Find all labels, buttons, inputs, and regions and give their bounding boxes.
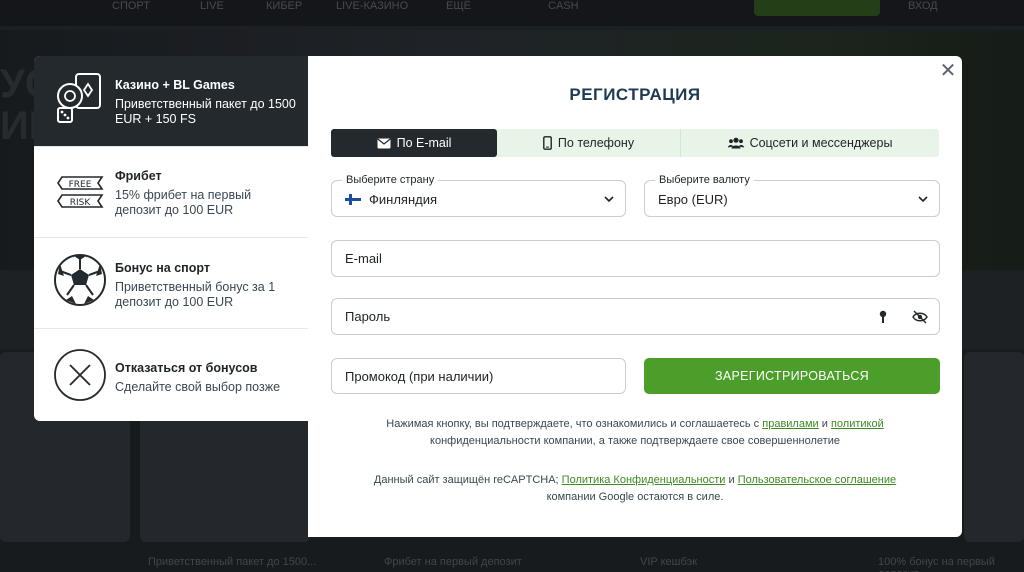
chevron-down-icon bbox=[918, 196, 928, 203]
currency-label: Выберите валюту bbox=[655, 174, 754, 186]
terms-text-part: и bbox=[818, 418, 831, 430]
email-field[interactable] bbox=[345, 251, 825, 266]
bonus-description: Приветственный бонус за 1 депозит до 100… bbox=[115, 280, 276, 309]
close-button[interactable]: ✕ bbox=[939, 61, 957, 81]
terms-text-part: конфиденциальности компании, а также под… bbox=[430, 435, 840, 447]
bonus-option-sport[interactable]: Бонус на спорт Приветственный бонус за 1… bbox=[34, 238, 308, 329]
country-select[interactable]: Выберите страну Финляндия bbox=[331, 174, 626, 217]
bonus-title: Фрибет bbox=[115, 169, 162, 183]
chevron-down-icon bbox=[604, 196, 614, 203]
currency-value: Евро (EUR) bbox=[658, 192, 728, 207]
tab-label: По телефону bbox=[557, 136, 635, 150]
tab-label: Соцсети и мессенджеры bbox=[749, 136, 893, 150]
modal-title: РЕГИСТРАЦИЯ bbox=[569, 85, 701, 104]
policy-link[interactable]: политикой bbox=[831, 418, 884, 430]
close-circle-icon bbox=[54, 349, 106, 401]
currency-select[interactable]: Выберите валюту Евро (EUR) bbox=[644, 174, 940, 217]
registration-tabs: По E-mail По телефону Соцсети и мессендж… bbox=[331, 129, 939, 157]
recaptcha-text: Данный сайт защищён reCAPTCHA; Политика … bbox=[348, 472, 922, 506]
key-icon[interactable] bbox=[878, 310, 888, 324]
tab-phone[interactable]: По телефону bbox=[497, 129, 680, 157]
currency-value-wrap: Евро (EUR) bbox=[658, 192, 728, 207]
freebet-badge-top: FREE bbox=[69, 180, 92, 190]
country-value: Финляндия bbox=[369, 192, 438, 207]
promo-field-wrap bbox=[331, 358, 626, 394]
registration-modal: ✕ РЕГИСТРАЦИЯ По E-mail По телефону Соцс… bbox=[308, 56, 962, 537]
password-field-wrap bbox=[331, 298, 940, 335]
recaptcha-text-part: и bbox=[725, 474, 738, 486]
google-terms-link[interactable]: Пользовательское соглашение bbox=[738, 474, 896, 486]
casino-icon bbox=[57, 73, 101, 123]
register-button[interactable]: ЗАРЕГИСТРИРОВАТЬСЯ bbox=[644, 358, 940, 394]
recaptcha-text-part: Данный сайт защищён reCAPTCHA; bbox=[373, 474, 562, 486]
finland-flag-icon bbox=[345, 194, 361, 205]
tab-email[interactable]: По E-mail bbox=[331, 129, 497, 157]
terms-text: Нажимая кнопку, вы подтверждаете, что оз… bbox=[348, 416, 922, 450]
bonus-description: 15% фрибет на первый депозит до 100 EUR bbox=[115, 188, 252, 217]
envelope-icon bbox=[377, 138, 391, 148]
freebet-badge-bottom: RISK bbox=[70, 198, 92, 208]
eye-slash-icon[interactable] bbox=[912, 310, 928, 324]
bonus-option-decline[interactable]: Отказаться от бонусов Сделайте свой выбо… bbox=[34, 329, 308, 421]
promo-code-field[interactable] bbox=[345, 369, 615, 384]
terms-text-part: Нажимая кнопку, вы подтверждаете, что оз… bbox=[386, 418, 763, 430]
recaptcha-text-part: компании Google остаются в силе. bbox=[546, 491, 724, 503]
rules-link[interactable]: правилами bbox=[762, 418, 818, 430]
users-icon bbox=[727, 137, 744, 149]
freebet-icon: FREE RISK bbox=[57, 176, 104, 208]
bonus-title: Казино + BL Games bbox=[115, 78, 235, 92]
password-field[interactable] bbox=[345, 309, 845, 324]
bonus-panel: Казино + BL Games Приветственный пакет д… bbox=[34, 56, 308, 421]
bonus-description: Приветственный пакет до 1500 EUR + 150 F… bbox=[115, 97, 296, 126]
tab-label: По E-mail bbox=[396, 136, 452, 150]
email-field-wrap bbox=[331, 240, 940, 277]
tab-social[interactable]: Соцсети и мессенджеры bbox=[681, 129, 939, 157]
bonus-option-freebet[interactable]: FREE RISK Фрибет 15% фрибет на первый де… bbox=[34, 147, 308, 238]
google-privacy-link[interactable]: Политика Конфиденциальности bbox=[562, 474, 726, 486]
bonus-title: Бонус на спорт bbox=[115, 261, 210, 275]
country-label: Выберите страну bbox=[342, 174, 439, 186]
bonus-title: Отказаться от бонусов bbox=[115, 361, 258, 375]
soccer-ball-icon bbox=[54, 254, 106, 306]
country-value-wrap: Финляндия bbox=[345, 192, 437, 207]
phone-icon bbox=[543, 136, 552, 150]
bonus-option-casino[interactable]: Казино + BL Games Приветственный пакет д… bbox=[34, 56, 308, 147]
bonus-description: Сделайте свой выбор позже bbox=[115, 380, 281, 394]
